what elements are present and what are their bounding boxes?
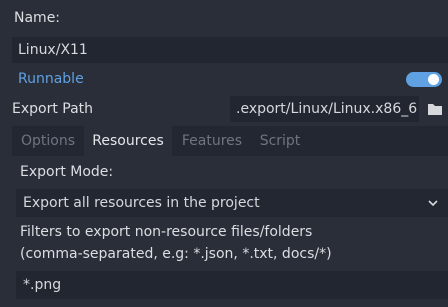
name-field[interactable]: Linux/X11 (12, 37, 448, 63)
export-mode-dropdown[interactable]: Export all resources in the project (16, 189, 448, 217)
export-mode-value: Export all resources in the project (23, 195, 260, 211)
tab-features[interactable]: Features (172, 126, 252, 156)
name-field-value: Linux/X11 (18, 42, 88, 58)
runnable-label: Runnable (18, 71, 84, 87)
chevron-down-icon (428, 200, 438, 207)
filters-label-line2: (comma-separated, e.g: *.json, *.txt, do… (20, 246, 332, 262)
export-path-field[interactable]: .export/Linux/Linux.x86_6 (230, 96, 419, 122)
filters-field[interactable]: *.png (16, 271, 448, 299)
filters-label-line1: Filters to export non-resource files/fol… (20, 224, 313, 240)
tab-resources[interactable]: Resources (84, 126, 172, 156)
export-path-value: .export/Linux/Linux.x86_6 (236, 101, 418, 117)
tab-script[interactable]: Script (252, 126, 308, 156)
filters-field-value: *.png (23, 277, 62, 293)
name-label: Name: (14, 10, 61, 26)
runnable-toggle[interactable] (406, 72, 442, 87)
export-mode-label: Export Mode: (20, 164, 114, 180)
folder-icon[interactable] (426, 100, 444, 118)
tab-options[interactable]: Options (12, 126, 84, 156)
export-path-label: Export Path (12, 101, 94, 117)
toggle-knob (428, 74, 439, 85)
